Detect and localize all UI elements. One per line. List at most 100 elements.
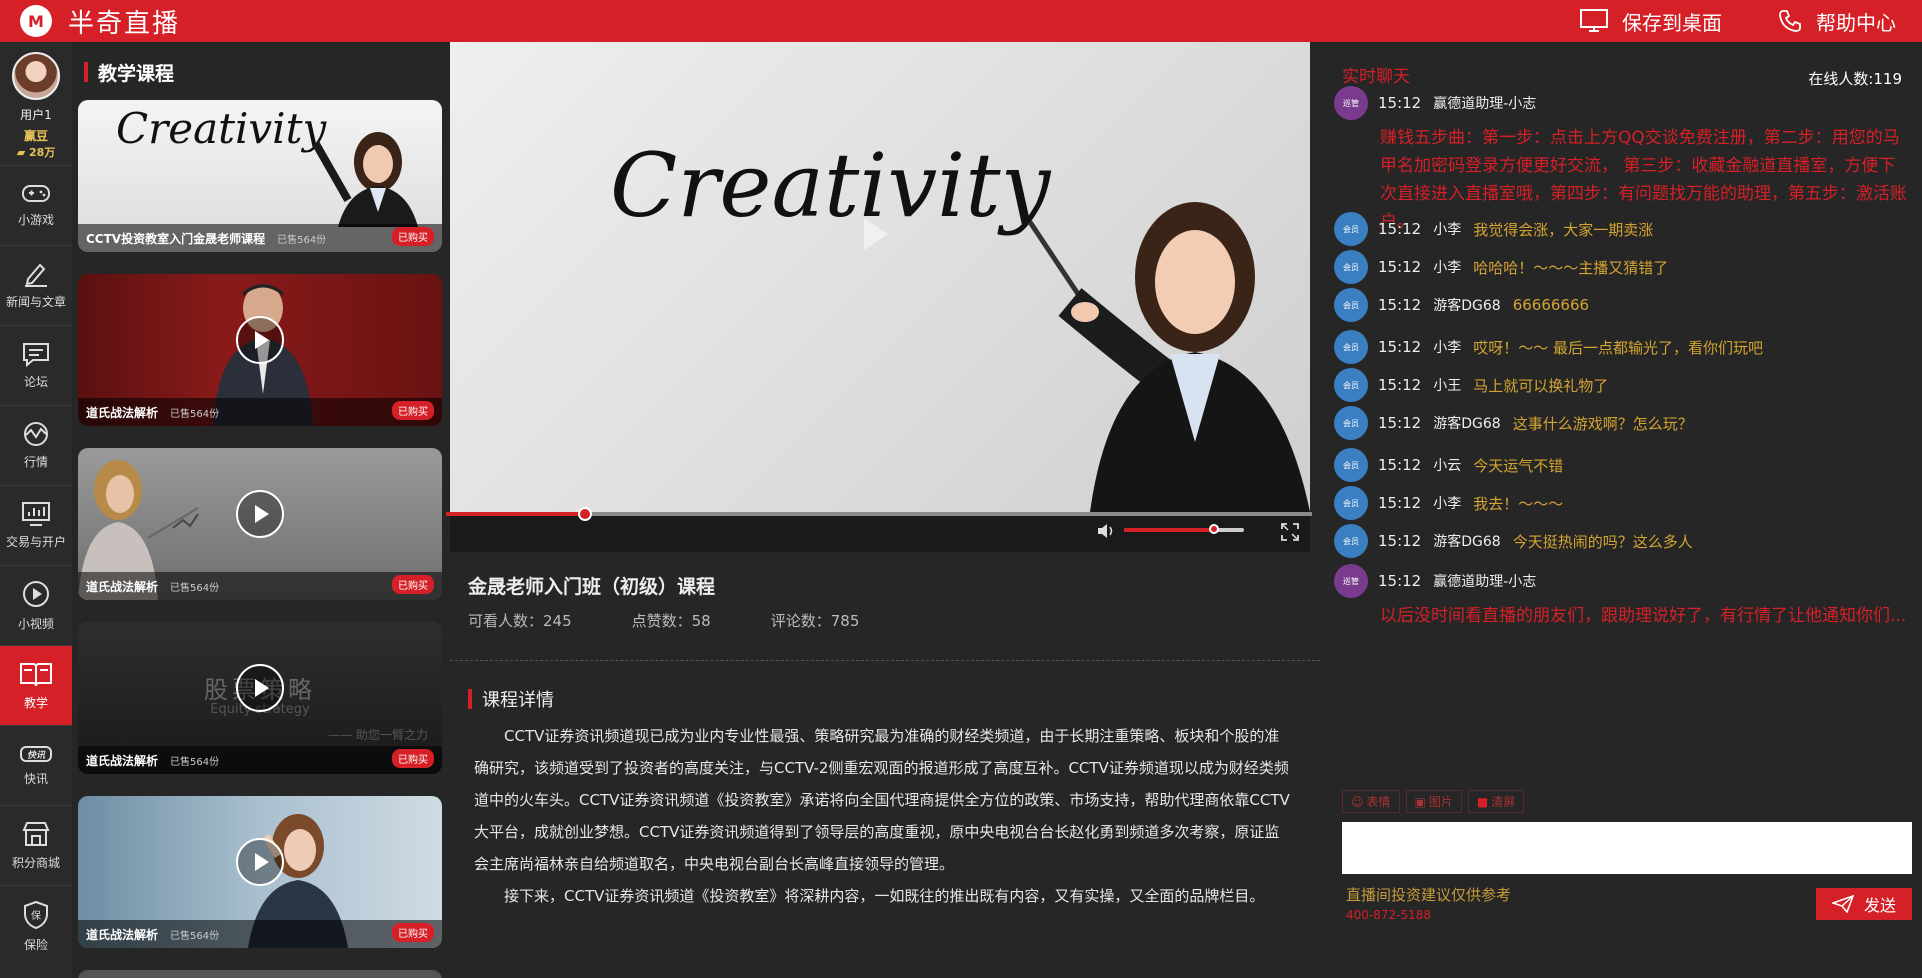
nav-label: 教学 — [23, 696, 48, 710]
image-icon: ▣ — [1414, 794, 1426, 809]
purchased-badge: 已购买 — [392, 401, 434, 420]
hotline: 400-872-5188 — [1346, 908, 1432, 922]
vip-crown-icon: 会员 — [1334, 406, 1368, 440]
cover-note: —— 助您一臂之力 — [328, 728, 428, 742]
top-bar: M 半奇直播 保存到桌面 帮助中心 — [0, 0, 1922, 42]
course-footer: 道氏战法解析 已售564份 — [78, 746, 442, 774]
video-frame[interactable]: Creativity ◌ 微视 — [450, 42, 1310, 512]
message-user[interactable]: 游客DG68 — [1433, 413, 1500, 433]
message-user[interactable]: 小王 — [1433, 375, 1461, 395]
chat-message: 巡管 15:12 赢德道助理-小志 以后没时间看直播的朋友们，跟助理说好了，有行情了让… — [1334, 564, 1910, 630]
image-button[interactable]: ▣ 图片 — [1405, 790, 1462, 813]
smile-icon: ☺ — [1351, 794, 1364, 809]
purchased-badge: 已购买 — [392, 575, 434, 594]
play-button[interactable] — [236, 490, 284, 538]
avatar[interactable] — [12, 52, 60, 100]
course-card[interactable]: 道氏战法解析 已售564份 已购买 — [78, 448, 442, 600]
progress-bar[interactable] — [446, 507, 1312, 521]
divider — [450, 660, 1320, 661]
paper-plane-icon — [1832, 895, 1854, 913]
message-user[interactable]: 小李 — [1433, 493, 1461, 513]
message-user[interactable]: 游客DG68 — [1433, 531, 1500, 551]
play-button[interactable] — [236, 316, 284, 364]
chat-message: 会员 15:12 游客DG68 这事什么游戏啊？怎么玩？ — [1334, 406, 1910, 440]
user-level: 赢豆 — [23, 129, 48, 143]
course-sold: 已售564份 — [277, 234, 327, 246]
course-name: CCTV投资教室入门金晟老师课程 — [86, 231, 266, 246]
play-circle-icon — [23, 581, 49, 607]
monitor-icon — [1580, 9, 1608, 32]
user-profile[interactable]: 用户1 赢豆 ▰ 28万 — [0, 42, 72, 166]
course-name: 道氏战法解析 — [86, 405, 159, 420]
message-time: 15:12 — [1378, 296, 1422, 314]
course-card-partial[interactable] — [78, 970, 442, 978]
detail-body: CCTV证券资讯频道现已成为业内专业性最强、策略研究最为准确的财经类频道，由于长… — [474, 720, 1292, 912]
message-user[interactable]: 赢德道助理-小志 — [1433, 571, 1536, 591]
course-title: 金晟老师入门班（初级）课程 — [468, 576, 716, 598]
emoji-button[interactable]: ☺ 表情 — [1342, 790, 1400, 813]
video-player[interactable]: Creativity ◌ 微视 — [446, 42, 1312, 552]
detail-title: 课程详情 — [482, 690, 554, 711]
play-button[interactable] — [236, 664, 284, 712]
course-stats: 可看人数：245 点赞数：58 评论数：785 — [468, 610, 919, 631]
nav-item-short-video[interactable]: 小视频 — [0, 566, 72, 646]
message-user[interactable]: 小李 — [1433, 337, 1461, 357]
message-user[interactable]: 小李 — [1433, 219, 1461, 239]
nav-label: 新闻与文章 — [5, 295, 66, 309]
message-user[interactable]: 赢德道助理-小志 — [1433, 93, 1536, 113]
message-user[interactable]: 小李 — [1433, 257, 1461, 277]
fullscreen-icon[interactable] — [1280, 522, 1300, 542]
clear-button[interactable]: ■ 清屏 — [1467, 790, 1525, 813]
help-center-label: 帮助中心 — [1816, 10, 1896, 35]
nav-item-points-mall[interactable]: 积分商城 — [0, 806, 72, 886]
message-time: 15:12 — [1378, 456, 1422, 474]
admin-badge-icon: 巡管 — [1334, 564, 1368, 598]
admin-badge-icon: 巡管 — [1334, 86, 1368, 120]
nav-item-insurance[interactable]: 保 保险 — [0, 886, 72, 966]
message-time: 15:12 — [1378, 338, 1422, 356]
nav-item-market[interactable]: 行情 — [0, 406, 72, 486]
nav-item-flash-news[interactable]: 快讯 快讯 — [0, 726, 72, 806]
gamepad-icon — [22, 185, 50, 202]
save-to-desktop-button[interactable]: 保存到桌面 — [1580, 7, 1722, 36]
vip-crown-icon: 会员 — [1334, 524, 1368, 558]
progress-fill — [446, 512, 585, 516]
course-card[interactable]: 道氏战法解析 已售564份 已购买 — [78, 274, 442, 426]
shield-icon: 保 — [24, 900, 48, 929]
nav-item-trading[interactable]: 交易与开户 — [0, 486, 72, 566]
course-footer: 道氏战法解析 已售564份 — [78, 572, 442, 600]
video-controls — [446, 507, 1312, 552]
message-user[interactable]: 小云 — [1433, 455, 1461, 475]
chat-message: 会员 15:12 小李 哎呀！～～ 最后一点都输光了，看你们玩吧 — [1334, 330, 1910, 364]
send-button[interactable]: 发送 — [1816, 888, 1913, 920]
chat-input[interactable] — [1342, 822, 1912, 874]
message-text: 哈哈哈！～～～主播又猜错了 — [1473, 258, 1669, 277]
nav-item-teaching[interactable]: 教学 — [0, 646, 72, 726]
vip-crown-icon: 会员 — [1334, 250, 1368, 284]
volume-slider[interactable] — [1124, 524, 1244, 534]
volume-handle[interactable] — [1209, 524, 1219, 534]
watermark: ◌ 微视 — [1268, 66, 1300, 77]
nav-item-mini-games[interactable]: 小游戏 — [0, 166, 72, 246]
pen-icon — [25, 263, 47, 287]
message-time: 15:12 — [1378, 220, 1422, 238]
course-card[interactable]: 道氏战法解析 已售564份 已购买 — [78, 796, 442, 948]
nav-label: 小视频 — [17, 617, 54, 631]
volume-icon[interactable] — [1096, 522, 1116, 540]
course-name: 道氏战法解析 — [86, 927, 159, 942]
message-time: 15:12 — [1378, 572, 1422, 590]
course-footer: CCTV投资教室入门金晟老师课程 已售564份 — [78, 224, 442, 252]
course-card[interactable]: 股票策略 Equity strategy —— 助您一臂之力 道氏战法解析 已售… — [78, 622, 442, 774]
app-logo: M — [20, 5, 52, 37]
nav-item-forum[interactable]: 论坛 — [0, 326, 72, 406]
message-user[interactable]: 游客DG68 — [1433, 295, 1500, 315]
help-center-button[interactable]: 帮助中心 — [1778, 7, 1896, 36]
course-card[interactable]: Creativity CCTV投资教室入门金晟老师课程 已售564份 已购买 — [78, 100, 442, 252]
nav-item-news[interactable]: 新闻与文章 — [0, 246, 72, 326]
course-list-title: 教学课程 — [98, 62, 175, 85]
progress-handle[interactable] — [577, 507, 592, 521]
news-flash-icon: 快讯 — [20, 746, 52, 762]
chat-bubble-icon — [23, 343, 49, 367]
course-sold: 已售564份 — [170, 582, 220, 594]
play-button[interactable] — [236, 838, 284, 886]
